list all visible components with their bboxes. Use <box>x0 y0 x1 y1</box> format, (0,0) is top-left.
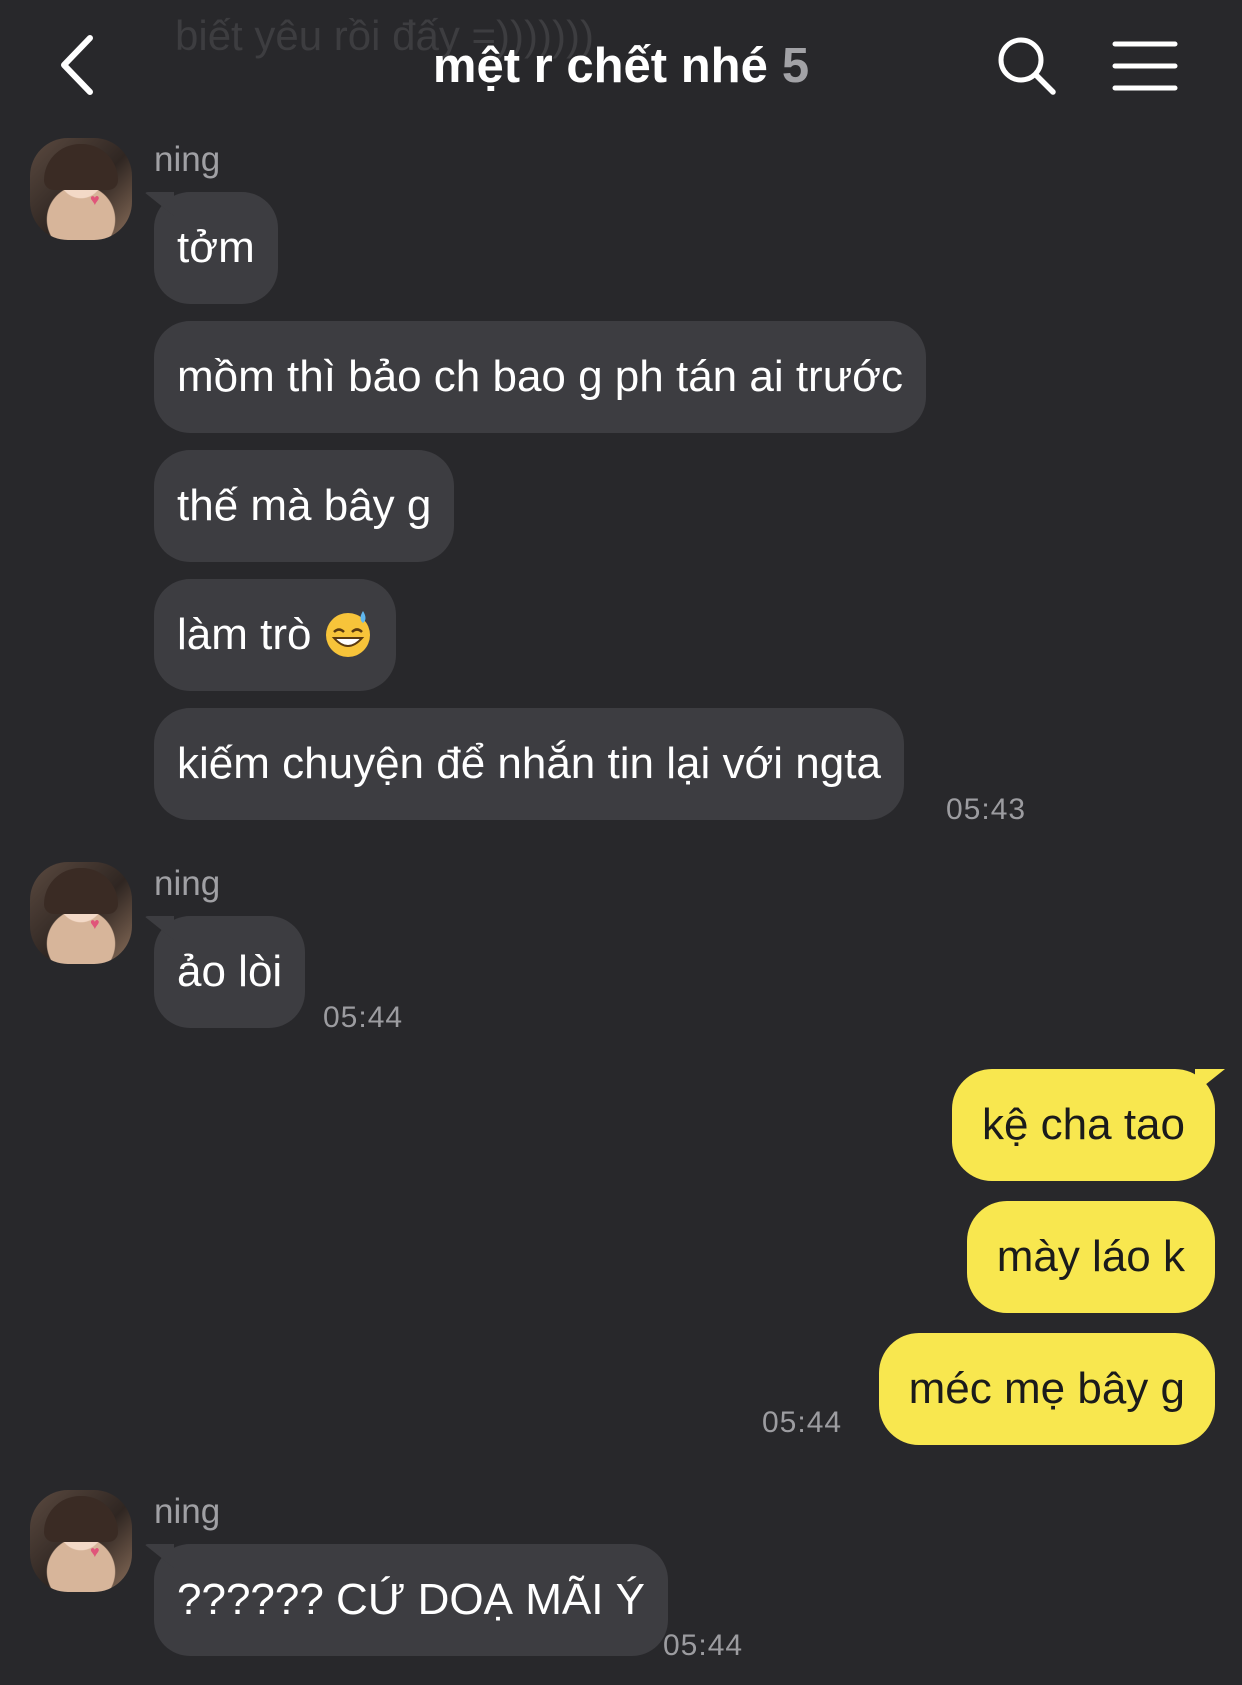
outgoing-message[interactable]: kệ cha tao <box>951 1069 1215 1181</box>
search-icon <box>998 37 1056 95</box>
sender-name: ning <box>154 140 221 179</box>
avatar-hair <box>44 144 118 190</box>
sender-name: ning <box>154 864 221 903</box>
menu-button[interactable] <box>1112 40 1178 92</box>
incoming-message[interactable]: mồm thì bảo ch bao g ph tán ai trước <box>154 321 927 433</box>
message-timestamp: 05:43 <box>946 793 1027 826</box>
incoming-message[interactable]: thế mà bây g <box>154 450 455 562</box>
message-timestamp: 05:44 <box>663 1629 744 1662</box>
message-text: làm trò <box>177 610 312 659</box>
heart-sticker-icon: ♥ <box>90 916 100 933</box>
heart-sticker-icon: ♥ <box>90 1544 100 1561</box>
hamburger-menu-icon <box>1112 41 1178 91</box>
sender-avatar[interactable]: ♥ <box>30 138 132 240</box>
member-count: 5 <box>781 39 810 93</box>
heart-sticker-icon: ♥ <box>90 192 100 209</box>
incoming-message[interactable]: ?????? CỨ DOẠ MÃI Ý <box>154 1544 668 1656</box>
message-timestamp: 05:44 <box>323 1001 404 1034</box>
chat-header: biết yêu rồi đấy =))))))) mệt r chết nhé… <box>0 0 1242 130</box>
incoming-message[interactable]: ảo lòi <box>154 916 306 1028</box>
sender-name: ning <box>154 1492 221 1531</box>
outgoing-message[interactable]: méc mẹ bây g <box>878 1333 1215 1445</box>
avatar-hair <box>44 1496 118 1542</box>
sender-avatar[interactable]: ♥ <box>30 862 132 964</box>
incoming-message[interactable]: làm trò <box>154 579 397 691</box>
incoming-message[interactable]: tởm <box>154 192 278 304</box>
message-timestamp: 05:44 <box>762 1406 843 1439</box>
search-button[interactable] <box>995 34 1059 98</box>
grinning-sweat-emoji-icon <box>326 611 371 658</box>
avatar-hair <box>44 868 118 914</box>
outgoing-message[interactable]: mày láo k <box>966 1201 1215 1313</box>
chat-title-text: mệt r chết nhé <box>432 39 768 93</box>
sender-avatar[interactable]: ♥ <box>30 1490 132 1592</box>
incoming-message[interactable]: kiếm chuyện để nhắn tin lại với ngta <box>154 708 904 820</box>
